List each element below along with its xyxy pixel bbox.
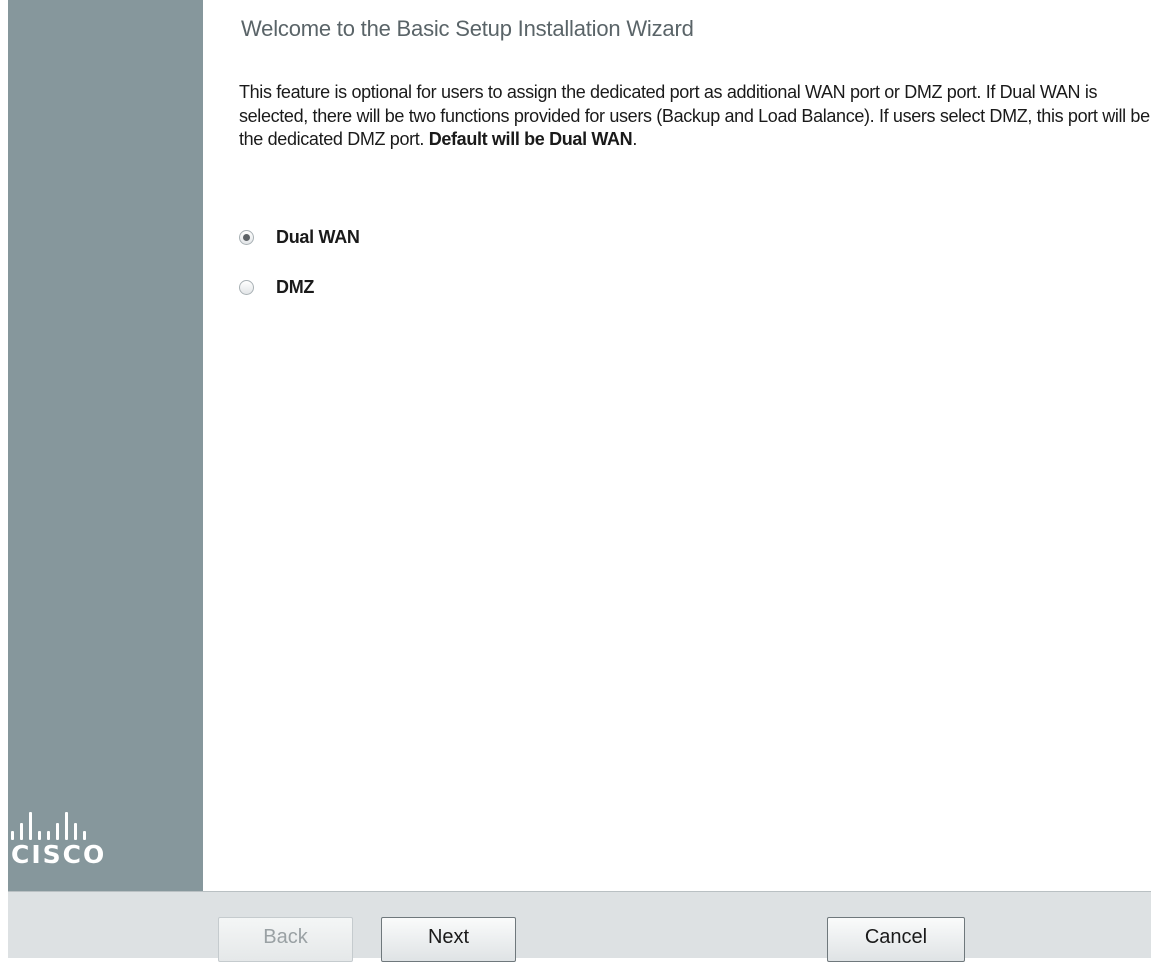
description-text: This feature is optional for users to as… [239, 82, 1150, 149]
cisco-wordmark: CISCO [11, 840, 107, 869]
next-button[interactable]: Next [381, 917, 516, 962]
description-default-note: Default will be Dual WAN [428, 129, 633, 149]
cisco-bars-icon [11, 808, 141, 840]
option-dual-wan[interactable]: Dual WAN [239, 227, 360, 248]
dual-wan-radio[interactable] [239, 230, 254, 245]
wizard-footer: Back Next Cancel [8, 891, 1151, 962]
page-title: Welcome to the Basic Setup Installation … [241, 16, 694, 41]
cancel-button[interactable]: Cancel [827, 917, 965, 962]
description-end: . [632, 129, 637, 149]
option-dmz[interactable]: DMZ [239, 277, 314, 298]
cisco-logo: CISCO [11, 808, 141, 878]
wizard-description: This feature is optional for users to as… [239, 81, 1151, 152]
dual-wan-label[interactable]: Dual WAN [276, 227, 360, 248]
dmz-radio[interactable] [239, 280, 254, 295]
sidebar: CISCO [8, 0, 203, 891]
back-button[interactable]: Back [218, 917, 353, 962]
dmz-label[interactable]: DMZ [276, 277, 314, 298]
